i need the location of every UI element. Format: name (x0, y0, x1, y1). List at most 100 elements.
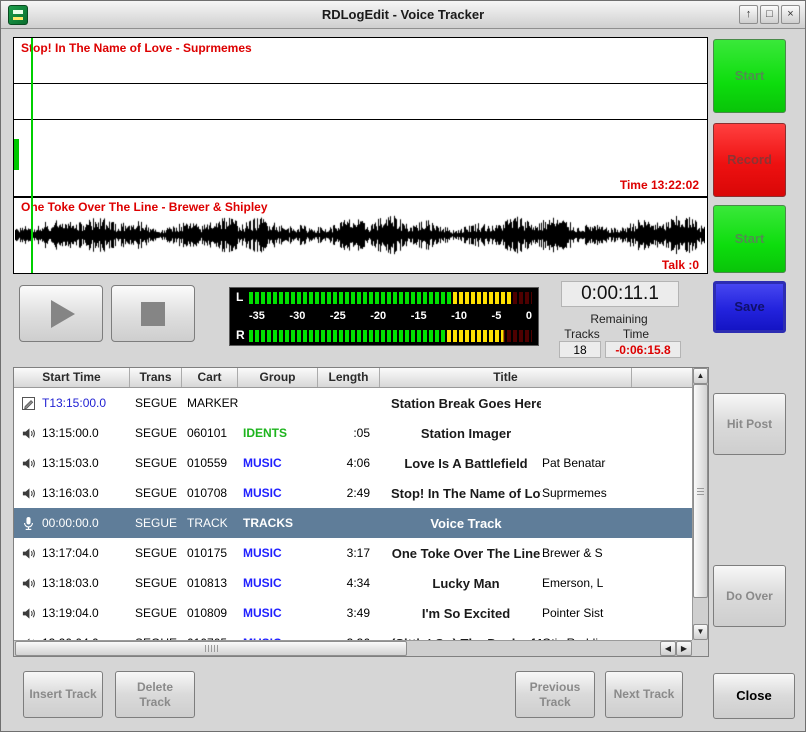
remaining-label: Remaining (557, 312, 681, 326)
stop-button[interactable] (111, 285, 195, 342)
delete-track-button[interactable]: Delete Track (115, 671, 195, 718)
waveform-canvas[interactable] (15, 214, 705, 256)
record-button[interactable]: Record (713, 123, 786, 197)
cell-artist: Pat Benatar (541, 456, 692, 470)
cell-length: 3:49 (318, 606, 380, 620)
log-table: Start Time Trans Cart Group Length Title… (13, 367, 709, 657)
cell-group: MUSIC (238, 486, 318, 500)
column-header-group[interactable]: Group (238, 368, 318, 387)
meter-right-bar (249, 330, 532, 342)
meter-right-label: R (236, 329, 249, 342)
horizontal-scrollbar-thumb[interactable] (15, 641, 407, 656)
voice-tracker-window: RDLogEdit - Voice Tracker ↑ □ × Stop! In… (0, 0, 806, 732)
column-header-cart[interactable]: Cart (182, 368, 238, 387)
meter-tick: 0 (526, 310, 532, 323)
cell-title: Stop! In The Name of Love (380, 486, 541, 501)
vertical-scrollbar-thumb[interactable] (693, 384, 708, 598)
save-button[interactable]: Save (713, 281, 786, 333)
cell-title: Station Imager (380, 426, 541, 441)
table-row[interactable]: 13:16:03.0SEGUE010708MUSIC2:49Stop! In T… (14, 478, 692, 508)
previous-track-button[interactable]: Previous Track (515, 671, 595, 718)
cell-group: MUSIC (238, 606, 318, 620)
lane-divider (14, 119, 707, 120)
meter-left-bar (249, 292, 532, 304)
shade-icon[interactable]: ↑ (739, 5, 758, 24)
table-row[interactable]: 13:15:03.0SEGUE010559MUSIC4:06Love Is A … (14, 448, 692, 478)
cell-title: Love Is A Battlefield (380, 456, 541, 471)
column-header-length[interactable]: Length (318, 368, 380, 387)
start-track2-button[interactable]: Start (713, 205, 786, 273)
meter-left-label: L (236, 291, 249, 304)
cell-cart: 010708 (182, 486, 238, 500)
column-header-title[interactable]: Title (380, 368, 632, 387)
next-track-button[interactable]: Next Track (605, 671, 683, 718)
playback-cursor[interactable] (31, 38, 33, 273)
table-row[interactable]: T13:15:00.0SEGUEMARKERStation Break Goes… (14, 388, 692, 418)
hit-post-button[interactable]: Hit Post (713, 393, 786, 455)
cell-title: I'm So Excited (380, 606, 541, 621)
elapsed-time-display: 0:00:11.1 (561, 281, 679, 307)
cell-length: 2:49 (318, 486, 380, 500)
play-button[interactable] (19, 285, 103, 342)
cell-cart: 060101 (182, 426, 238, 440)
cell-trans: SEGUE (130, 396, 182, 410)
cell-group: MUSIC (238, 456, 318, 470)
stop-icon (141, 302, 165, 326)
close-button[interactable]: Close (713, 673, 795, 719)
meter-tick: -5 (492, 310, 502, 323)
cell-start-time: 13:19:04.0 (42, 606, 130, 620)
titlebar[interactable]: RDLogEdit - Voice Tracker ↑ □ × (1, 1, 805, 29)
table-row[interactable]: 13:15:00.0SEGUE060101IDENTS:05Station Im… (14, 418, 692, 448)
do-over-button[interactable]: Do Over (713, 565, 786, 627)
cell-group: MUSIC (238, 546, 318, 560)
cell-start-time: 13:18:03.0 (42, 576, 130, 590)
speaker-icon (14, 576, 42, 591)
cell-cart: 010813 (182, 576, 238, 590)
cell-trans: SEGUE (130, 426, 182, 440)
speaker-icon (14, 546, 42, 561)
start-track1-button[interactable]: Start (713, 39, 786, 113)
speaker-icon (14, 606, 42, 621)
table-row[interactable]: 13:20:04.0SEGUE010705MUSIC3:36(Sittin' O… (14, 628, 692, 640)
cell-artist: Brewer & S (541, 546, 692, 560)
speaker-icon (14, 486, 42, 501)
insert-track-button[interactable]: Insert Track (23, 671, 103, 718)
cell-length: 4:34 (318, 576, 380, 590)
table-row[interactable]: 13:18:03.0SEGUE010813MUSIC4:34Lucky ManE… (14, 568, 692, 598)
speaker-icon (14, 456, 42, 471)
horizontal-scrollbar[interactable]: ◀ ▶ (14, 640, 692, 656)
cell-cart: 010809 (182, 606, 238, 620)
cell-cart: 010559 (182, 456, 238, 470)
track1-title: Stop! In The Name of Love - Suprmemes (21, 41, 252, 55)
cell-trans: SEGUE (130, 516, 182, 530)
column-header-trans[interactable]: Trans (130, 368, 182, 387)
table-row[interactable]: 13:17:04.0SEGUE010175MUSIC3:17One Toke O… (14, 538, 692, 568)
scroll-up-icon[interactable]: ▲ (693, 368, 708, 384)
scroll-down-icon[interactable]: ▼ (693, 624, 708, 640)
track2-title: One Toke Over The Line - Brewer & Shiple… (21, 200, 268, 214)
close-window-icon[interactable]: × (781, 5, 800, 24)
remaining-tracks-label: Tracks (557, 327, 607, 341)
cell-start-time: 13:16:03.0 (42, 486, 130, 500)
cell-cart: 010175 (182, 546, 238, 560)
scroll-left-icon[interactable]: ◀ (660, 641, 676, 656)
cell-group: MUSIC (238, 576, 318, 590)
column-header-artist[interactable] (632, 368, 692, 387)
cell-trans: SEGUE (130, 456, 182, 470)
maximize-icon[interactable]: □ (760, 5, 779, 24)
cell-start-time: 00:00:00.0 (42, 516, 130, 530)
track1-time-label: Time 13:22:02 (620, 178, 699, 192)
cell-start-time: 13:15:03.0 (42, 456, 130, 470)
cell-length: 3:17 (318, 546, 380, 560)
table-row[interactable]: 13:19:04.0SEGUE010809MUSIC3:49I'm So Exc… (14, 598, 692, 628)
scroll-right-icon[interactable]: ▶ (676, 641, 692, 656)
column-header-start-time[interactable]: Start Time (14, 368, 130, 387)
cell-artist: Pointer Sist (541, 606, 692, 620)
tracker-panel[interactable]: Stop! In The Name of Love - Suprmemes Ti… (13, 37, 708, 274)
cell-trans: SEGUE (130, 546, 182, 560)
meter-tick: -15 (411, 310, 427, 323)
remaining-tracks-value: 18 (559, 341, 601, 358)
app-icon (8, 5, 28, 25)
table-row[interactable]: 00:00:00.0SEGUETRACKTRACKSVoice Track (14, 508, 692, 538)
vertical-scrollbar[interactable]: ▲ ▼ (692, 368, 708, 640)
